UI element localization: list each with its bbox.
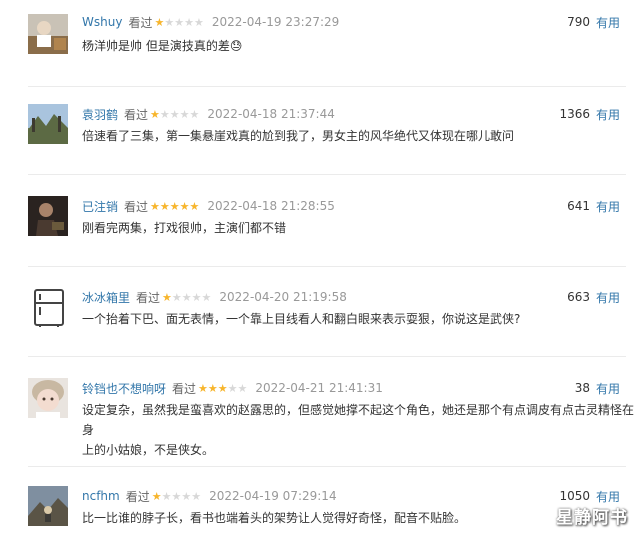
star-icon: ★ (159, 199, 170, 213)
comment-item: ncfhm 看过 ★ ★ ★ ★ ★ 2022-04-19 07:29:14 1050 … (0, 486, 640, 534)
username-link[interactable]: 铃铛也不想响呀 (82, 380, 166, 397)
useful-button[interactable]: 有用 (596, 14, 620, 31)
star-icon: ★ (191, 489, 202, 503)
star-rating: ★ ★ ★ ★ ★ (198, 383, 247, 394)
comment-time: 2022-04-19 07:29:14 (209, 489, 337, 503)
username-link[interactable]: 已注销 (82, 198, 118, 215)
star-icon: ★ (162, 290, 172, 304)
comment-item: Wshuy 看过 ★ ★ ★ ★ ★ 2022-04-19 23:27:29 790 有… (0, 12, 640, 84)
star-icon: ★ (159, 107, 170, 121)
star-icon: ★ (237, 381, 248, 395)
star-icon: ★ (189, 107, 200, 121)
vote-count: 1366 (559, 107, 590, 121)
vote-count: 641 (567, 199, 590, 213)
child-photo-icon (28, 378, 68, 418)
photo-icon (28, 14, 68, 54)
comment-text: 一个抬着下巴、面无表情，一个靠上目线看人和翻白眼来表示耍狠，你说这是武侠? (82, 312, 521, 326)
star-rating: ★ ★ ★ ★ ★ (162, 292, 211, 303)
watch-status: 看过 (128, 15, 153, 30)
comment-time: 2022-04-21 21:41:31 (255, 381, 383, 395)
star-rating: ★ ★ ★ ★ ★ (152, 491, 201, 502)
avatar[interactable] (28, 14, 68, 54)
vote-count: 1050 (559, 489, 590, 503)
star-icon: ★ (154, 15, 165, 29)
comment-item: 已注销 看过 ★ ★ ★ ★ ★ 2022-04-18 21:28:55 641 有用 … (0, 196, 640, 268)
avatar[interactable] (34, 289, 64, 327)
avatar[interactable] (28, 486, 68, 526)
useful-button[interactable]: 有用 (596, 380, 620, 397)
mountain-photo-icon (28, 486, 68, 526)
star-icon: ★ (201, 290, 212, 304)
vote-count: 790 (567, 15, 590, 29)
useful-button[interactable]: 有用 (596, 198, 620, 215)
comment-text: 比一比谁的脖子长，看书也端着头的架势让人觉得好奇怪，配音不贴脸。 (82, 511, 467, 525)
vote-count: 663 (567, 290, 590, 304)
watch-status: 看过 (124, 199, 149, 214)
username-link[interactable]: Wshuy (82, 15, 122, 29)
username-link[interactable]: 冰冰箱里 (82, 289, 130, 306)
username-link[interactable]: ncfhm (82, 489, 120, 503)
useful-button[interactable]: 有用 (596, 488, 620, 505)
star-icon: ★ (184, 15, 194, 29)
divider (28, 174, 626, 175)
star-icon: ★ (169, 199, 180, 213)
watermark: 星静阿书 (556, 508, 628, 528)
star-icon: ★ (207, 381, 218, 395)
useful-button[interactable]: 有用 (596, 289, 620, 306)
star-icon: ★ (189, 199, 200, 213)
comment-time: 2022-04-18 21:28:55 (207, 199, 335, 213)
divider (28, 356, 626, 357)
star-icon: ★ (181, 489, 192, 503)
star-icon: ★ (150, 199, 160, 213)
star-icon: ★ (179, 107, 190, 121)
comment-text-line: 设定复杂，虽然我是蛮喜欢的赵露思的，但感觉她撑不起这个角色，她还是那个有点调皮有… (82, 403, 635, 437)
username-link[interactable]: 袁羽鹤 (82, 106, 118, 123)
useful-button[interactable]: 有用 (596, 106, 620, 123)
comment-text-line: 上的小姑娘，不是侠女。 (82, 443, 215, 457)
star-icon: ★ (150, 107, 160, 121)
star-icon: ★ (161, 489, 172, 503)
star-icon: ★ (151, 489, 162, 503)
watch-status: 看过 (125, 489, 150, 504)
comment-time: 2022-04-20 21:19:58 (219, 290, 347, 304)
divider (28, 266, 626, 267)
avatar[interactable] (28, 196, 68, 236)
landscape-photo-icon (28, 104, 68, 144)
comment-item: 袁羽鹤 看过 ★ ★ ★ ★ ★ 2022-04-18 21:37:44 1366 有用… (0, 104, 640, 176)
comment-text: 设定复杂，虽然我是蛮喜欢的赵露思的，但感觉她撑不起这个角色，她还是那个有点调皮有… (82, 400, 640, 460)
watch-status: 看过 (172, 381, 197, 396)
comment-text: 杨洋帅是帅 但是演技真的差😓 (82, 39, 243, 53)
comment-item: 铃铛也不想响呀 看过 ★ ★ ★ ★ ★ 2022-04-21 21:41:31 38 … (0, 378, 640, 458)
star-rating: ★ ★ ★ ★ ★ (154, 17, 203, 28)
avatar[interactable] (28, 104, 68, 144)
vote-count: 38 (574, 381, 590, 395)
star-icon: ★ (169, 107, 180, 121)
avatar[interactable] (28, 378, 68, 418)
star-icon: ★ (171, 489, 182, 503)
divider (28, 86, 626, 87)
star-icon: ★ (164, 15, 175, 29)
star-icon: ★ (198, 381, 208, 395)
star-icon: ★ (181, 290, 192, 304)
star-icon: ★ (217, 381, 228, 395)
watch-status: 看过 (136, 290, 161, 305)
star-rating: ★ ★ ★ ★ ★ (150, 201, 199, 212)
star-icon: ★ (171, 290, 182, 304)
star-icon: ★ (174, 15, 185, 29)
star-icon: ★ (191, 290, 202, 304)
star-icon: ★ (227, 381, 238, 395)
star-rating: ★ ★ ★ ★ ★ (150, 109, 199, 120)
comment-text: 倍速看了三集，第一集悬崖戏真的尬到我了，男女主的风华绝代又体现在哪儿敢问 (82, 129, 515, 143)
comment-time: 2022-04-19 23:27:29 (211, 15, 340, 29)
comment-text: 刚看完两集，打戏很帅，主演们都不错 (82, 221, 287, 235)
divider (28, 466, 626, 467)
star-icon: ★ (193, 15, 204, 29)
comment-time: 2022-04-18 21:37:44 (207, 107, 335, 121)
dark-photo-icon (28, 196, 68, 236)
star-icon: ★ (179, 199, 190, 213)
fridge-icon (34, 289, 64, 327)
comment-item: 冰冰箱里 看过 ★ ★ ★ ★ ★ 2022-04-20 21:19:58 663 有用… (0, 287, 640, 359)
watch-status: 看过 (124, 107, 149, 122)
